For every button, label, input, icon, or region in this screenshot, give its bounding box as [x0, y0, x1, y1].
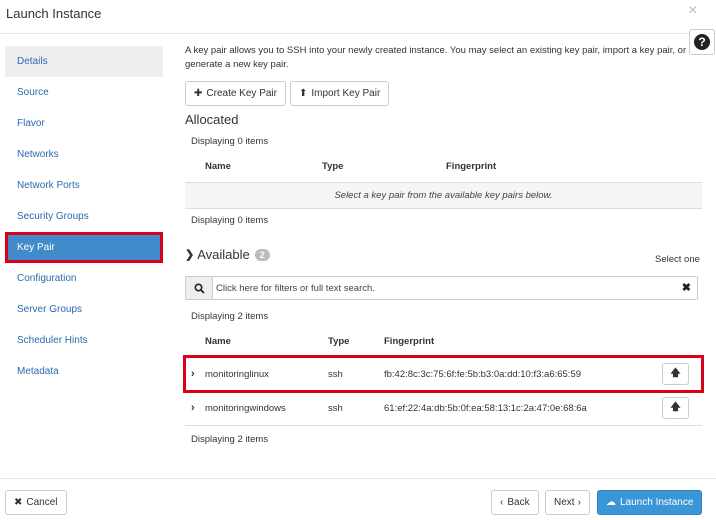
intro-text: A key pair allows you to SSH into your n… [185, 45, 687, 70]
wizard-sidebar: Details Source Flavor Networks Network P… [5, 46, 163, 387]
close-icon: ✖ [14, 497, 23, 508]
launch-instance-button[interactable]: ☁ Launch Instance [597, 490, 703, 515]
modal-title: Launch Instance [6, 6, 102, 21]
column-header-name[interactable]: Name [205, 327, 328, 357]
back-button[interactable]: ‹ Back [491, 490, 539, 515]
row-fingerprint: 61:ef:22:4a:db:5b:0f:ea:58:13:1c:2a:47:0… [384, 390, 662, 426]
sidebar-item-server-groups[interactable]: Server Groups [5, 294, 163, 325]
chevron-left-icon: ‹ [500, 497, 504, 508]
sidebar-item-network-ports[interactable]: Network Ports [5, 170, 163, 201]
chevron-right-icon[interactable]: › [191, 402, 195, 414]
import-key-pair-label: Import Key Pair [311, 88, 381, 99]
arrow-up-icon: 🡅 [670, 367, 681, 379]
table-header-row: Name Type Fingerprint [185, 327, 702, 357]
available-count-top: Displaying 2 items [191, 311, 269, 322]
sidebar-item-configuration[interactable]: Configuration [5, 263, 163, 294]
plus-icon: ✚ [194, 88, 203, 99]
empty-message: Select a key pair from the available key… [185, 181, 702, 209]
allocated-title: Allocated [185, 112, 239, 127]
allocate-button[interactable]: 🡅 [662, 397, 689, 419]
search-bar: ✖ [185, 276, 698, 300]
close-icon[interactable]: × [688, 2, 697, 20]
sidebar-item-scheduler-hints[interactable]: Scheduler Hints [5, 325, 163, 356]
sidebar-item-flavor[interactable]: Flavor [5, 108, 163, 139]
sidebar-item-metadata[interactable]: Metadata [5, 356, 163, 387]
modal-header: Launch Instance × [0, 0, 716, 34]
allocate-button[interactable]: 🡅 [662, 363, 689, 385]
chevron-down-icon: ❯ [185, 249, 195, 261]
sidebar-item-source[interactable]: Source [5, 77, 163, 108]
allocated-count-bottom: Displaying 0 items [191, 215, 269, 226]
key-pair-panel: A key pair allows you to SSH into your n… [183, 44, 704, 445]
row-fingerprint: fb:42:8c:3c:75:6f:fe:5b:b3:0a:dd:10:f3:a… [384, 356, 662, 391]
available-count-badge: 2 [254, 248, 270, 261]
row-name: monitoringwindows [205, 390, 328, 426]
sidebar-item-networks[interactable]: Networks [5, 139, 163, 170]
next-button[interactable]: Next › [545, 490, 590, 515]
arrow-up-icon: 🡅 [670, 401, 681, 413]
table-header-row: Name Type Fingerprint [185, 152, 702, 182]
upload-icon: ⬆ [298, 88, 308, 99]
modal-footer: ✖ Cancel ‹ Back Next › ☁ Launch Instance [0, 478, 716, 520]
available-table: Name Type Fingerprint › monitoringlinux … [183, 327, 704, 426]
row-type: ssh [328, 356, 384, 391]
column-header-fingerprint[interactable]: Fingerprint [446, 152, 702, 182]
table-row[interactable]: › monitoringwindows ssh 61:ef:22:4a:db:5… [185, 390, 702, 426]
sidebar-item-key-pair[interactable]: Key Pair [5, 232, 163, 263]
back-label: Back [507, 497, 530, 508]
search-input[interactable] [216, 277, 676, 299]
column-header-name[interactable]: Name [185, 152, 322, 182]
search-icon [193, 282, 205, 294]
cloud-upload-icon: ☁ [606, 497, 616, 508]
available-title: Available [197, 247, 250, 262]
sidebar-item-details[interactable]: Details [5, 46, 163, 77]
column-header-type[interactable]: Type [328, 327, 384, 357]
row-type: ssh [328, 390, 384, 426]
empty-row: Select a key pair from the available key… [185, 181, 702, 209]
column-header-fingerprint[interactable]: Fingerprint [384, 327, 662, 357]
chevron-right-icon: › [577, 497, 581, 508]
create-key-pair-label: Create Key Pair [206, 88, 277, 99]
cancel-label: Cancel [26, 497, 58, 508]
clear-search-icon[interactable]: ✖ [682, 281, 691, 294]
cancel-button[interactable]: ✖ Cancel [5, 490, 67, 515]
select-one-hint: Select one [655, 254, 700, 265]
create-key-pair-button[interactable]: ✚ Create Key Pair [185, 81, 286, 106]
allocated-count-top: Displaying 0 items [191, 136, 269, 147]
available-toggle[interactable]: ❯ Available 2 [185, 247, 270, 262]
next-label: Next [554, 497, 575, 508]
table-row[interactable]: › monitoringlinux ssh fb:42:8c:3c:75:6f:… [183, 355, 704, 393]
available-count-bottom: Displaying 2 items [191, 434, 269, 445]
chevron-right-icon[interactable]: › [191, 368, 195, 380]
launch-instance-label: Launch Instance [620, 497, 694, 508]
search-button[interactable] [186, 277, 213, 299]
sidebar-item-security-groups[interactable]: Security Groups [5, 201, 163, 232]
allocated-table: Name Type Fingerprint Select a key pair … [185, 152, 702, 209]
row-name: monitoringlinux [205, 356, 328, 391]
import-key-pair-button[interactable]: ⬆ Import Key Pair [289, 81, 390, 106]
column-header-type[interactable]: Type [322, 152, 446, 182]
